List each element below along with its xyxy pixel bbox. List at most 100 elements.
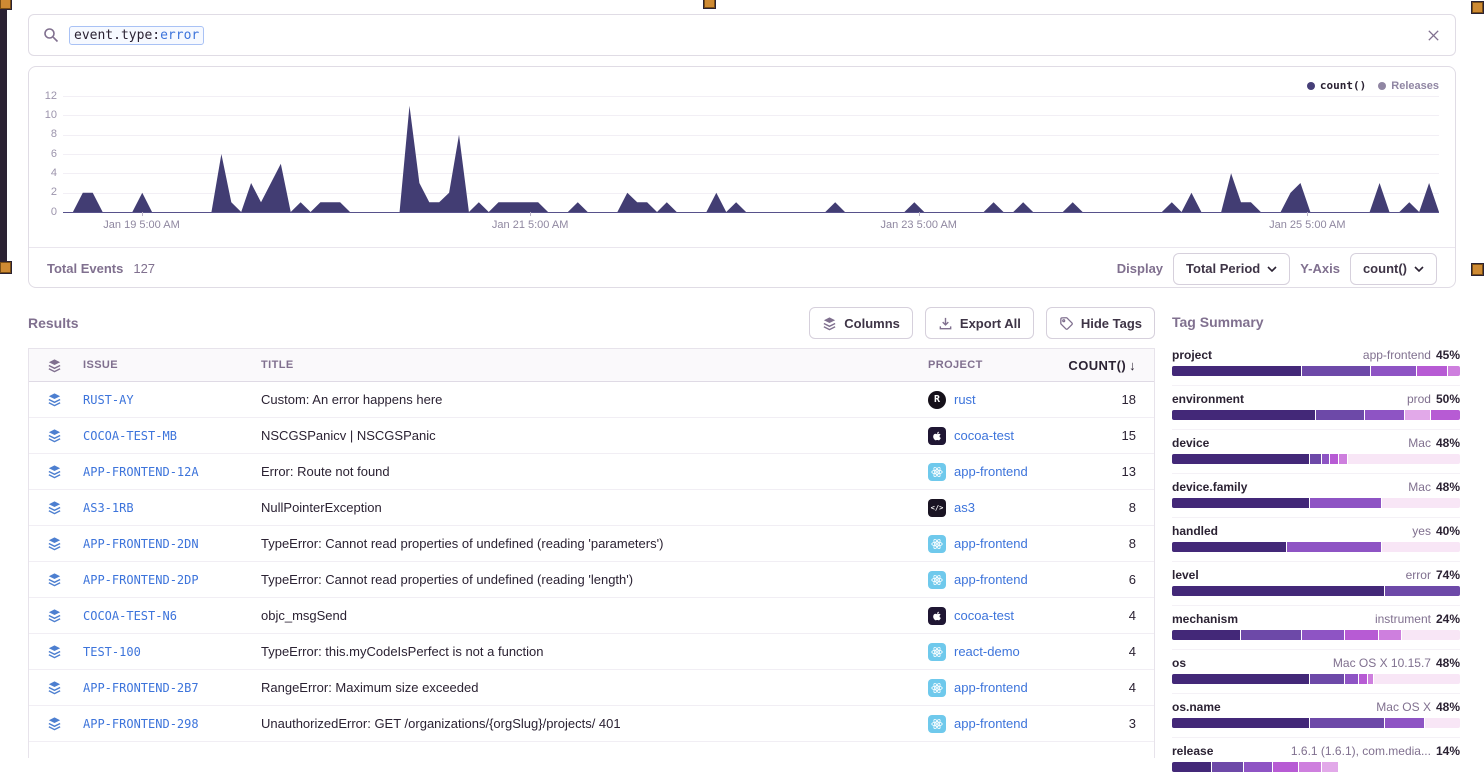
column-header-issue[interactable]: ISSUE (79, 359, 257, 371)
chart-plot-area[interactable] (63, 96, 1439, 212)
tag-bar-segment[interactable] (1425, 718, 1460, 728)
tag-bar-segment[interactable] (1431, 410, 1460, 420)
tag-bar-segment[interactable] (1172, 586, 1385, 596)
search-input[interactable]: event.type:error (28, 14, 1456, 56)
stack-icon[interactable] (47, 500, 62, 515)
tag-bar-segment[interactable] (1339, 454, 1348, 464)
tag-distribution-bar[interactable] (1172, 630, 1460, 640)
tag-bar-segment[interactable] (1172, 498, 1310, 508)
tag-bar-segment[interactable] (1172, 718, 1310, 728)
search-query-token[interactable]: event.type:error (69, 26, 204, 45)
stack-icon[interactable] (47, 536, 62, 551)
tag-bar-segment[interactable] (1405, 410, 1431, 420)
tag-distribution-bar[interactable] (1172, 498, 1460, 508)
hide-tags-button[interactable]: Hide Tags (1046, 307, 1155, 339)
tag-bar-segment[interactable] (1448, 366, 1460, 376)
tag-bar-segment[interactable] (1322, 454, 1331, 464)
tag-bar-segment[interactable] (1310, 454, 1322, 464)
tag-bar-segment[interactable] (1385, 586, 1460, 596)
issue-link[interactable]: APP-FRONTEND-2DP (83, 573, 199, 587)
tag-bar-segment[interactable] (1287, 542, 1382, 552)
stack-icon[interactable] (47, 644, 62, 659)
tag-bar-segment[interactable] (1273, 762, 1299, 772)
legend-count[interactable]: count() (1307, 79, 1366, 92)
column-header-title[interactable]: TITLE (257, 359, 924, 371)
tag-bar-segment[interactable] (1316, 410, 1365, 420)
tag-bar-segment[interactable] (1172, 630, 1241, 640)
tag-bar-segment[interactable] (1402, 630, 1460, 640)
tag-bar-segment[interactable] (1371, 366, 1417, 376)
tag-bar-segment[interactable] (1302, 366, 1371, 376)
tag-bar-segment[interactable] (1374, 674, 1460, 684)
tag-bar-segment[interactable] (1348, 454, 1460, 464)
project-link[interactable]: rust (954, 392, 976, 407)
issue-link[interactable]: APP-FRONTEND-12A (83, 465, 199, 479)
project-link[interactable]: cocoa-test (954, 428, 1014, 443)
project-link[interactable]: cocoa-test (954, 608, 1014, 623)
issue-link[interactable]: APP-FRONTEND-298 (83, 717, 199, 731)
issue-link[interactable]: APP-FRONTEND-2DN (83, 537, 199, 551)
tag-bar-segment[interactable] (1172, 410, 1316, 420)
tag-bar-segment[interactable] (1339, 762, 1460, 772)
yaxis-select[interactable]: count() (1350, 253, 1437, 285)
project-link[interactable]: app-frontend (954, 464, 1028, 479)
close-icon[interactable] (1426, 28, 1441, 43)
project-link[interactable]: as3 (954, 500, 975, 515)
stack-icon[interactable] (47, 572, 62, 587)
issue-link[interactable]: COCOA-TEST-N6 (83, 609, 177, 623)
tag-bar-segment[interactable] (1241, 630, 1301, 640)
tag-distribution-bar[interactable] (1172, 586, 1460, 596)
stack-icon[interactable] (47, 716, 62, 731)
tag-bar-segment[interactable] (1299, 762, 1322, 772)
issue-link[interactable]: RUST-AY (83, 393, 134, 407)
stack-icon[interactable] (47, 680, 62, 695)
tag-bar-segment[interactable] (1417, 366, 1449, 376)
tag-bar-segment[interactable] (1172, 454, 1310, 464)
tag-bar-segment[interactable] (1172, 762, 1212, 772)
project-link[interactable]: app-frontend (954, 536, 1028, 551)
tag-bar-segment[interactable] (1385, 718, 1425, 728)
tag-distribution-bar[interactable] (1172, 674, 1460, 684)
tag-bar-segment[interactable] (1322, 762, 1339, 772)
tag-bar-segment[interactable] (1382, 498, 1460, 508)
tag-bar-segment[interactable] (1379, 630, 1402, 640)
tag-bar-segment[interactable] (1359, 674, 1368, 684)
tag-bar-segment[interactable] (1172, 542, 1287, 552)
tag-distribution-bar[interactable] (1172, 542, 1460, 552)
issue-link[interactable]: TEST-100 (83, 645, 141, 659)
tag-bar-segment[interactable] (1310, 718, 1385, 728)
stack-icon[interactable] (47, 464, 62, 479)
tag-bar-segment[interactable] (1330, 454, 1339, 464)
tag-bar-segment[interactable] (1310, 674, 1345, 684)
column-header-project[interactable]: PROJECT (924, 359, 1069, 371)
project-link[interactable]: react-demo (954, 644, 1020, 659)
display-select[interactable]: Total Period (1173, 253, 1290, 285)
tag-distribution-bar[interactable] (1172, 454, 1460, 464)
tag-bar-segment[interactable] (1382, 542, 1460, 552)
tag-bar-segment[interactable] (1172, 674, 1310, 684)
tag-distribution-bar[interactable] (1172, 718, 1460, 728)
issue-link[interactable]: APP-FRONTEND-2B7 (83, 681, 199, 695)
legend-releases[interactable]: Releases (1378, 80, 1439, 92)
tag-bar-segment[interactable] (1302, 630, 1345, 640)
tag-bar-segment[interactable] (1172, 366, 1302, 376)
stack-icon[interactable] (47, 428, 62, 443)
tag-bar-segment[interactable] (1310, 498, 1382, 508)
tag-distribution-bar[interactable] (1172, 366, 1460, 376)
tag-distribution-bar[interactable] (1172, 762, 1460, 772)
project-link[interactable]: app-frontend (954, 716, 1028, 731)
tag-bar-segment[interactable] (1345, 630, 1380, 640)
columns-button[interactable]: Columns (809, 307, 913, 339)
issue-link[interactable]: COCOA-TEST-MB (83, 429, 177, 443)
tag-bar-segment[interactable] (1345, 674, 1359, 684)
issue-link[interactable]: AS3-1RB (83, 501, 134, 515)
project-link[interactable]: app-frontend (954, 572, 1028, 587)
column-header-count[interactable]: COUNT()↓ (1069, 358, 1154, 373)
stack-icon[interactable] (47, 392, 62, 407)
stack-icon[interactable] (47, 608, 62, 623)
tag-bar-segment[interactable] (1365, 410, 1405, 420)
tag-distribution-bar[interactable] (1172, 410, 1460, 420)
project-link[interactable]: app-frontend (954, 680, 1028, 695)
tag-bar-segment[interactable] (1244, 762, 1273, 772)
tag-bar-segment[interactable] (1212, 762, 1244, 772)
